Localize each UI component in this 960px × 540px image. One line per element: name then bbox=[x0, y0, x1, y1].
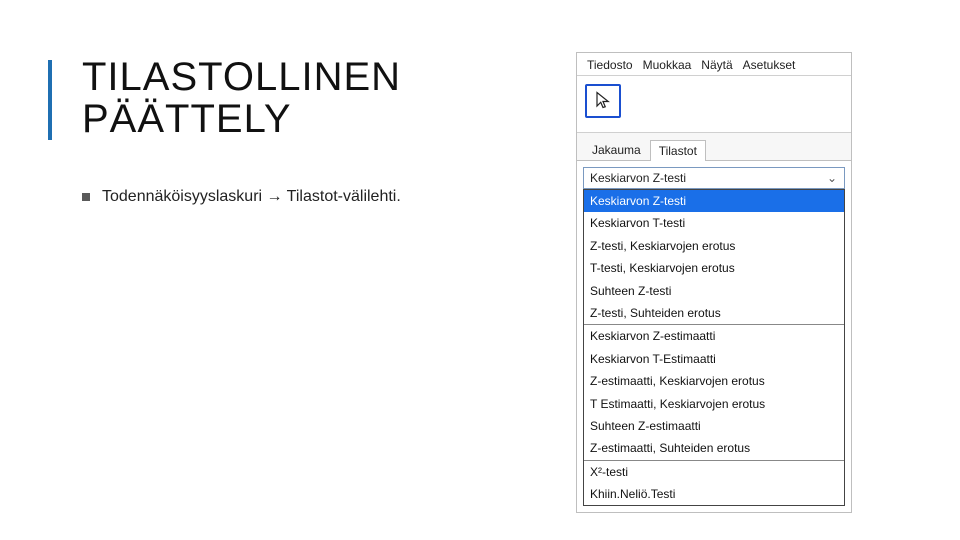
tab-jakauma[interactable]: Jakauma bbox=[583, 139, 650, 160]
list-item[interactable]: Z-testi, Suhteiden erotus bbox=[584, 302, 844, 324]
list-item[interactable]: T Estimaatti, Keskiarvojen erotus bbox=[584, 393, 844, 415]
list-item[interactable]: Khiin.Neliö.Testi bbox=[584, 483, 844, 505]
list-item[interactable]: Keskiarvon Z-estimaatti bbox=[584, 325, 844, 347]
title-line-1: TILASTOLLINEN bbox=[82, 56, 401, 98]
app-window: Tiedosto Muokkaa Näytä Asetukset Jakauma… bbox=[576, 52, 852, 513]
tab-tilastot[interactable]: Tilastot bbox=[650, 140, 706, 161]
page-title: TILASTOLLINEN PÄÄTTELY bbox=[82, 56, 401, 140]
list-item[interactable]: Z-estimaatti, Keskiarvojen erotus bbox=[584, 370, 844, 392]
title-line-2: PÄÄTTELY bbox=[82, 98, 401, 140]
tab-bar: Jakauma Tilastot bbox=[577, 133, 851, 161]
chevron-down-icon: ⌄ bbox=[824, 171, 840, 185]
list-item[interactable]: Keskiarvon T-Estimaatti bbox=[584, 348, 844, 370]
menu-bar: Tiedosto Muokkaa Näytä Asetukset bbox=[577, 53, 851, 76]
bullet-icon bbox=[82, 193, 90, 201]
stat-type-dropdown[interactable]: Keskiarvon Z-testi ⌄ bbox=[583, 167, 845, 189]
toolbar bbox=[577, 76, 851, 133]
list-item[interactable]: Keskiarvon Z-testi bbox=[584, 190, 844, 212]
list-item[interactable]: T-testi, Keskiarvojen erotus bbox=[584, 257, 844, 279]
slide: TILASTOLLINEN PÄÄTTELY Todennäköisyyslas… bbox=[0, 0, 960, 540]
list-item[interactable]: Z-testi, Keskiarvojen erotus bbox=[584, 235, 844, 257]
list-item[interactable]: Keskiarvon T-testi bbox=[584, 212, 844, 234]
list-item[interactable]: Z-estimaatti, Suhteiden erotus bbox=[584, 437, 844, 459]
menu-file[interactable]: Tiedosto bbox=[583, 57, 637, 73]
dropdown-selected-text: Keskiarvon Z-testi bbox=[590, 171, 686, 185]
bullet-row: Todennäköisyyslaskuri → Tilastot-välileh… bbox=[82, 188, 401, 206]
list-item[interactable]: Suhteen Z-estimaatti bbox=[584, 415, 844, 437]
title-accent-bar bbox=[48, 60, 52, 140]
dropdown-list: Keskiarvon Z-testi Keskiarvon T-testi Z-… bbox=[583, 189, 845, 506]
cursor-tool-button[interactable] bbox=[585, 84, 621, 118]
cursor-icon bbox=[594, 91, 612, 112]
bullet-text: Todennäköisyyslaskuri → Tilastot-välileh… bbox=[102, 188, 401, 206]
list-item[interactable]: X²-testi bbox=[584, 461, 844, 483]
menu-view[interactable]: Näytä bbox=[697, 57, 736, 73]
dropdown-wrapper: Keskiarvon Z-testi ⌄ bbox=[577, 161, 851, 189]
list-item[interactable]: Suhteen Z-testi bbox=[584, 280, 844, 302]
menu-settings[interactable]: Asetukset bbox=[739, 57, 800, 73]
menu-edit[interactable]: Muokkaa bbox=[639, 57, 696, 73]
